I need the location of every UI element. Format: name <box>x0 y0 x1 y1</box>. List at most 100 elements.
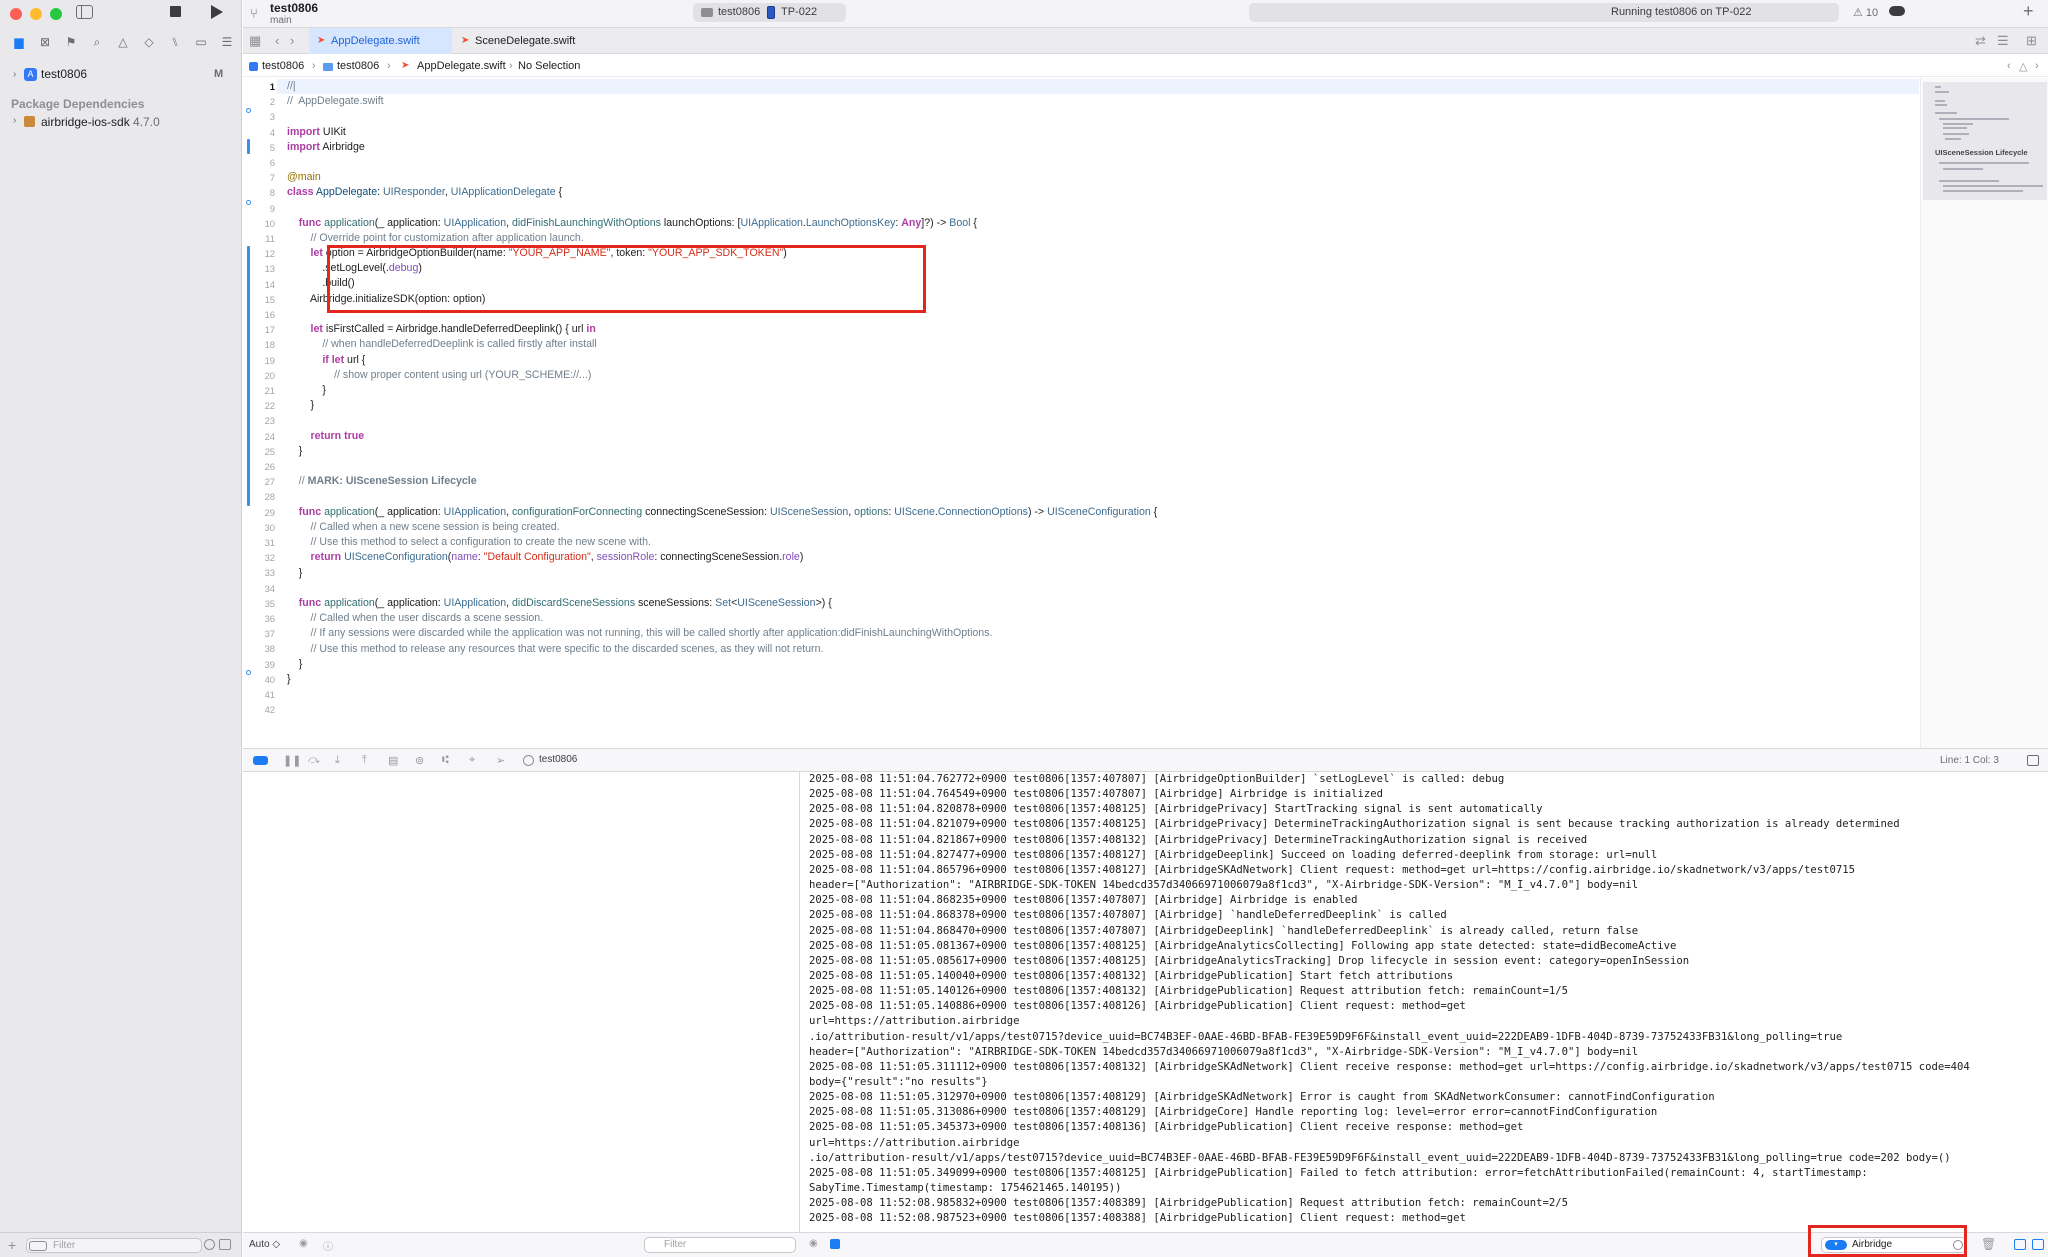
stop-icon[interactable] <box>170 6 181 17</box>
show-variables-icon[interactable] <box>2014 1239 2026 1250</box>
line-number: 35 <box>264 597 275 609</box>
eye-icon[interactable]: ◉ <box>809 1238 818 1249</box>
minimap-line <box>1935 112 1957 114</box>
refresh-icon[interactable]: ⇄ <box>1975 33 1986 49</box>
variables-filter-input[interactable]: Filter <box>644 1237 796 1253</box>
minimap-line <box>1935 104 1947 106</box>
layout-icon[interactable] <box>2027 755 2039 766</box>
warning-count[interactable]: ⚠ 10 <box>1853 6 1878 19</box>
issue-icon[interactable]: △ <box>2019 60 2027 73</box>
chevron-right-icon[interactable]: › <box>13 69 16 80</box>
breadcrumb-project[interactable]: test0806 <box>262 60 304 72</box>
issue-icon[interactable]: △ <box>110 34 136 50</box>
minimap-line <box>1945 138 1961 140</box>
back-icon[interactable]: ‹ <box>275 33 279 48</box>
console-options-icon[interactable] <box>830 1239 840 1249</box>
memory-graph-icon[interactable]: ⊚ <box>415 754 424 767</box>
simulate-location-icon[interactable]: ⌖ <box>469 754 475 767</box>
minimap-line <box>1935 86 1941 88</box>
minimap-line <box>1939 180 1999 182</box>
forward-icon[interactable]: › <box>290 33 294 48</box>
variables-scope-select[interactable]: Auto ◇ <box>249 1239 280 1250</box>
zoom-window-button[interactable] <box>50 8 62 20</box>
editor-options-icon[interactable]: ☰ <box>1997 33 2009 49</box>
sidebar-item-project[interactable]: › A test0806 M <box>0 64 242 84</box>
folder-icon[interactable]: ▆ <box>6 34 32 50</box>
minimap[interactable]: UISceneSession Lifecycle <box>1920 78 2048 748</box>
code-line: return true <box>310 430 365 442</box>
breadcrumb-file[interactable]: AppDelegate.swift <box>417 60 506 72</box>
breadcrumb-selection[interactable]: No Selection <box>518 60 580 72</box>
console-output[interactable]: 2025-08-08 11:51:04.762772+0900 test0806… <box>801 772 2048 1232</box>
breadcrumb-folder[interactable]: test0806 <box>337 60 379 72</box>
scheme-selector[interactable]: test0806 TP-022 <box>693 3 846 22</box>
project-title: test0806 <box>270 1 319 15</box>
minimize-window-button[interactable] <box>30 8 42 20</box>
source-control-icon[interactable]: ⊠ <box>32 34 58 50</box>
branch-name: main <box>270 15 292 26</box>
test-icon[interactable]: ◇ <box>136 34 162 50</box>
toggle-console-icon[interactable] <box>253 756 268 765</box>
code-line: } <box>287 673 291 685</box>
status-text: Running test0806 on TP-022 <box>1611 6 1752 18</box>
recent-files-icon[interactable] <box>204 1239 215 1250</box>
next-issue-icon[interactable]: › <box>2035 60 2039 72</box>
split-editor-icon[interactable]: ⊞ <box>2026 33 2037 49</box>
console-line: .io/attribution-result/v1/apps/test0715?… <box>809 1151 1951 1164</box>
find-icon[interactable]: ⌕ <box>84 34 110 50</box>
step-over-icon[interactable]: ⤼ <box>308 754 320 767</box>
prev-issue-icon[interactable]: ‹ <box>2007 60 2011 72</box>
console-line: 2025-08-08 11:51:05.313086+0900 test0806… <box>809 1106 1658 1119</box>
process-name[interactable]: test0806 <box>539 754 577 765</box>
navigator-filter-input[interactable]: Filter <box>26 1238 202 1253</box>
location-icon[interactable]: ➢ <box>496 754 505 767</box>
bookmark-icon[interactable]: ⚑ <box>58 34 84 50</box>
breakpoint-icon[interactable]: ▭ <box>188 34 214 50</box>
code-highlight-annotation <box>327 245 926 313</box>
close-window-button[interactable] <box>10 8 22 20</box>
run-icon[interactable] <box>211 5 223 19</box>
add-icon[interactable]: + <box>8 1237 16 1253</box>
console-line: header=["Authorization": "AIRBRIDGE-SDK-… <box>809 1045 1639 1058</box>
console-line: 2025-08-08 11:51:04.762772+0900 test0806… <box>809 773 1505 785</box>
tab-appdelegate[interactable]: ➤ AppDelegate.swift <box>309 28 452 54</box>
scm-filter-icon[interactable] <box>219 1239 231 1250</box>
line-number: 29 <box>264 506 275 518</box>
report-icon[interactable]: ☰ <box>214 34 240 50</box>
debug-icon[interactable]: ⑊ <box>162 34 188 50</box>
line-number: 31 <box>264 537 275 548</box>
view-hierarchy-icon[interactable]: ▤ <box>388 754 398 767</box>
sidebar-toggle-icon[interactable] <box>76 5 93 19</box>
step-in-icon[interactable]: ⤓ <box>335 754 340 767</box>
cursor-position: Line: 1 Col: 3 <box>1940 755 1999 766</box>
code-line: // AppDelegate.swift <box>287 95 384 107</box>
step-out-icon[interactable]: ⤒ <box>362 754 367 767</box>
environment-icon[interactable]: ⑆ <box>442 754 449 766</box>
show-console-icon[interactable] <box>2032 1239 2044 1250</box>
chevron-right-icon[interactable]: › <box>13 115 16 126</box>
grid-icon[interactable]: ▦ <box>249 33 261 49</box>
code-line: import Airbridge <box>287 141 365 153</box>
info-icon[interactable]: ⓘ <box>323 1238 333 1253</box>
cloud-icon[interactable] <box>1889 6 1905 16</box>
line-number: 38 <box>264 643 275 655</box>
sidebar-item-package[interactable]: › airbridge-ios-sdk 4.7.0 <box>0 113 242 131</box>
change-indicator <box>246 108 251 113</box>
add-tab-button[interactable]: + <box>2023 1 2034 22</box>
minimap-line <box>1943 190 2023 192</box>
console-line: 2025-08-08 11:51:04.820878+0900 test0806… <box>809 803 1543 816</box>
code-line: } <box>287 399 315 411</box>
eye-icon[interactable]: ◉ <box>299 1238 308 1249</box>
filter-icon[interactable] <box>29 1241 47 1251</box>
trash-icon[interactable]: 🗑 <box>1981 1237 1996 1251</box>
console-line: url=https://attribution.airbridge <box>809 1136 1020 1149</box>
pause-icon[interactable]: ❚❚ <box>283 754 301 767</box>
modified-badge: M <box>214 68 224 80</box>
line-number: 30 <box>264 521 275 533</box>
minimap-line <box>1939 162 2029 164</box>
console-line: 2025-08-08 11:51:05.349099+0900 test0806… <box>809 1166 1868 1179</box>
variables-pane[interactable] <box>243 772 800 1232</box>
console-line: url=https://attribution.airbridge <box>809 1015 1020 1028</box>
tab-scenedelegate[interactable]: ➤ SceneDelegate.swift <box>453 28 581 54</box>
source-editor[interactable]: 1 2 3 4 5 6 7 8 9 10 11 12 13 14 15 16 17 18 19 20 21 22 23 24 2… <box>243 78 1919 748</box>
